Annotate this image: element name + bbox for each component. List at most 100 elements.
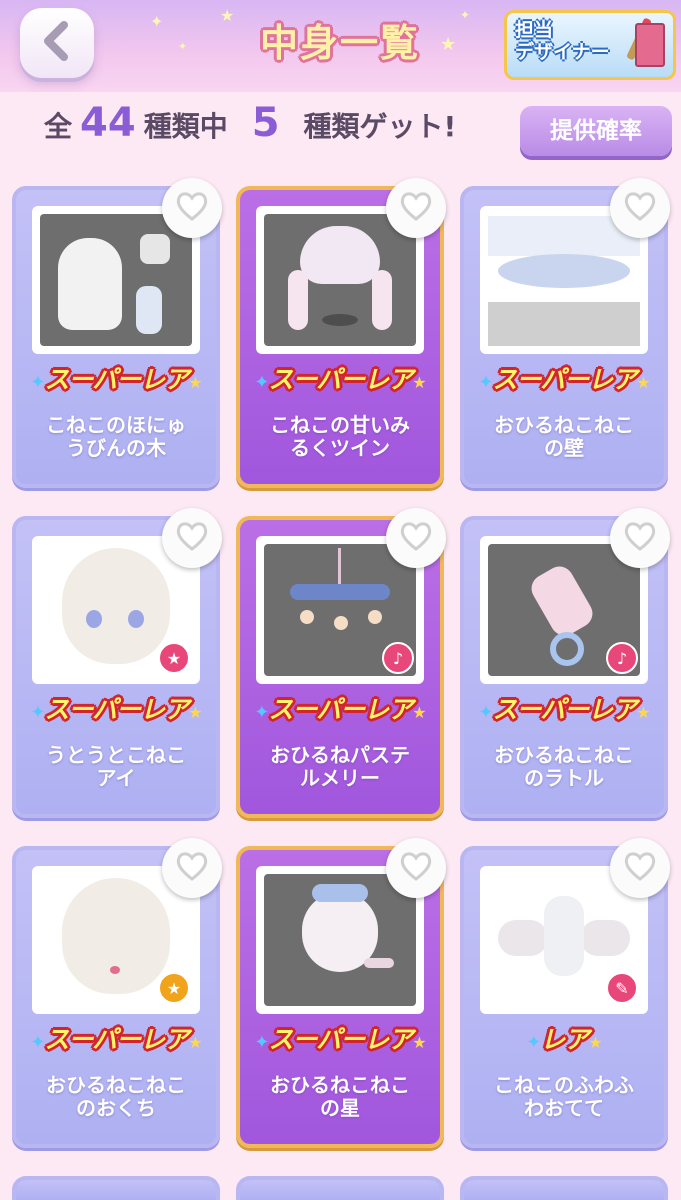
mobile-string-shape xyxy=(338,548,341,588)
item-card[interactable]: ✦スーパーレア★ おひるねこねこ の星 xyxy=(236,838,446,1148)
floor-shape xyxy=(488,302,640,346)
item-card[interactable]: ★ ✦スーパーレア★ うとうとこねこ アイ xyxy=(12,508,222,818)
rarity-label: ✦スーパーレア★ xyxy=(478,695,650,724)
star-icon: ★ xyxy=(412,1033,426,1052)
star-icon: ✦ xyxy=(30,372,45,393)
eye-shape xyxy=(86,610,102,628)
star-badge-icon: ★ xyxy=(158,642,190,674)
bottle-tree-shape xyxy=(58,238,122,330)
item-grid: ✦スーパーレア★ こねこのほにゅ うびんの木 ✦スーパーレア★ こねこの甘いみ るく… xyxy=(0,0,681,1200)
star-icon: ★ xyxy=(188,703,202,722)
star-icon: ★ xyxy=(636,703,650,722)
favorite-heart-button[interactable] xyxy=(386,508,446,568)
star-icon: ✦ xyxy=(478,372,493,393)
heart-icon xyxy=(399,850,433,886)
item-card[interactable]: ♪ ✦スーパーレア★ おひるねこねこ のラトル xyxy=(460,508,670,818)
star-icon: ✦ xyxy=(526,1032,541,1053)
favorite-heart-button[interactable] xyxy=(610,178,670,238)
rarity-label: ✦スーパーレア★ xyxy=(254,365,426,394)
item-name: おひるねこねこ の壁 xyxy=(494,413,634,460)
star-badge-icon: ★ xyxy=(158,972,190,1004)
item-name: こねこのふわふ わおてて xyxy=(494,1073,634,1120)
item-name: おひるねこねこ の星 xyxy=(270,1073,410,1120)
rarity-label: ✦スーパーレア★ xyxy=(254,695,426,724)
star-icon: ★ xyxy=(412,373,426,392)
star-icon: ✦ xyxy=(30,1032,45,1053)
item-card[interactable]: ★ ✦スーパーレア★ おひるねこねこ のおくち xyxy=(12,838,222,1148)
favorite-heart-button[interactable] xyxy=(386,838,446,898)
bead-shape xyxy=(300,610,314,624)
star-icon: ✦ xyxy=(478,702,493,723)
favorite-heart-button[interactable] xyxy=(386,178,446,238)
face-shape xyxy=(62,878,170,994)
bead-shape xyxy=(368,610,382,624)
item-card[interactable]: ✦スーパーレア★ こねこのほにゅ うびんの木 xyxy=(12,178,222,488)
item-name: こねこの甘いみ るくツイン xyxy=(270,413,410,460)
item-name: うとうとこねこ アイ xyxy=(46,743,186,790)
brush-icon: ✎ xyxy=(606,972,638,1004)
item-image-placeholder xyxy=(264,214,416,346)
heart-icon xyxy=(623,190,657,226)
item-name: こねこのほにゅ うびんの木 xyxy=(46,413,186,460)
baby-bottle-shape xyxy=(136,286,162,334)
rarity-label: ✦スーパーレア★ xyxy=(30,365,202,394)
bed-shape xyxy=(498,254,630,288)
item-card[interactable]: ♪ ✦スーパーレア★ おひるねパステ ルメリー xyxy=(236,508,446,818)
music-note-icon: ♪ xyxy=(606,642,638,674)
heart-icon xyxy=(623,520,657,556)
mouth-shape xyxy=(110,966,120,974)
favorite-heart-button[interactable] xyxy=(162,178,222,238)
bead-shape xyxy=(334,616,348,630)
item-card-partial[interactable] xyxy=(460,1176,668,1200)
rarity-label: ✦スーパーレア★ xyxy=(254,1025,426,1054)
star-icon: ★ xyxy=(636,373,650,392)
mobile-bar-shape xyxy=(290,584,390,600)
paw-glove-shape xyxy=(498,920,548,956)
favorite-heart-button[interactable] xyxy=(162,508,222,568)
star-icon: ✦ xyxy=(254,372,269,393)
favorite-heart-button[interactable] xyxy=(610,508,670,568)
rarity-label: ✦レア★ xyxy=(526,1025,602,1054)
star-icon: ★ xyxy=(188,373,202,392)
star-icon: ★ xyxy=(588,1033,602,1052)
rarity-label: ✦スーパーレア★ xyxy=(30,695,202,724)
star-icon: ✦ xyxy=(254,1032,269,1053)
item-name: おひるねこねこ のおくち xyxy=(46,1073,186,1120)
heart-icon xyxy=(175,520,209,556)
heart-icon xyxy=(399,520,433,556)
face-shape xyxy=(62,548,170,664)
heart-icon xyxy=(399,190,433,226)
star-icon: ★ xyxy=(188,1033,202,1052)
rarity-label: ✦スーパーレア★ xyxy=(30,1025,202,1054)
eye-shape xyxy=(128,610,144,628)
rattle-shape xyxy=(526,561,598,641)
star-icon: ✦ xyxy=(30,702,45,723)
heart-icon xyxy=(175,190,209,226)
pillow-shape xyxy=(544,896,584,976)
star-icon: ★ xyxy=(412,703,426,722)
item-card[interactable]: ✎ ✦レア★ こねこのふわふ わおてて xyxy=(460,838,670,1148)
item-card-partial[interactable] xyxy=(12,1176,220,1200)
rattle-ring-shape xyxy=(550,632,584,666)
twin-tail-hair-shape xyxy=(300,226,380,284)
music-note-icon: ♪ xyxy=(382,642,414,674)
item-image-placeholder xyxy=(40,214,192,346)
item-name: おひるねパステ ルメリー xyxy=(270,743,410,790)
tail-shape xyxy=(364,958,394,968)
item-card[interactable]: ✦スーパーレア★ おひるねこねこ の壁 xyxy=(460,178,670,488)
favorite-heart-button[interactable] xyxy=(162,838,222,898)
bonnet-shape xyxy=(312,884,368,902)
rarity-label: ✦スーパーレア★ xyxy=(478,365,650,394)
item-card[interactable]: ✦スーパーレア★ こねこの甘いみ るくツイン xyxy=(236,178,446,488)
item-name: おひるねこねこ のラトル xyxy=(494,743,634,790)
paw-shape xyxy=(140,234,170,264)
shadow-shape xyxy=(322,314,358,326)
star-icon: ✦ xyxy=(254,702,269,723)
hair-curl-shape xyxy=(372,270,392,330)
favorite-heart-button[interactable] xyxy=(610,838,670,898)
heart-icon xyxy=(175,850,209,886)
paw-glove-shape xyxy=(580,920,630,956)
item-image-placeholder xyxy=(488,214,640,346)
item-card-partial[interactable] xyxy=(236,1176,444,1200)
heart-icon xyxy=(623,850,657,886)
